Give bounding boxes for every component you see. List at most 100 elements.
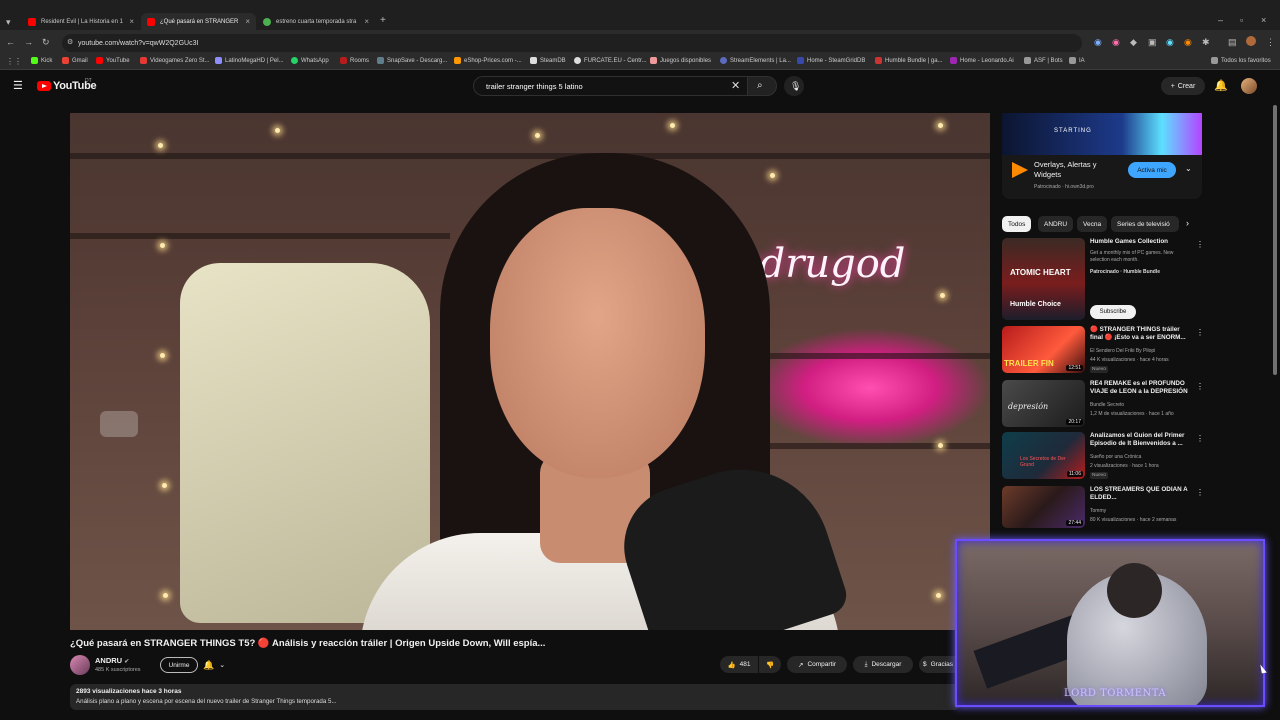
- create-button[interactable]: + Crear: [1161, 77, 1205, 95]
- minimize-icon[interactable]: –: [1218, 15, 1223, 25]
- browser-menu-icon[interactable]: ⋮: [1266, 37, 1275, 47]
- close-tab-icon[interactable]: ×: [245, 17, 250, 26]
- recommendation-channel[interactable]: El Sendero Del Friki By Pilopi: [1090, 348, 1155, 354]
- thumbnail[interactable]: TRAILER FIN 12:51: [1002, 326, 1085, 373]
- extension-icon[interactable]: ▣: [1148, 37, 1157, 47]
- notifications-bell-icon[interactable]: 🔔: [1214, 79, 1228, 92]
- address-bar[interactable]: ⚙ youtube.com/watch?v=qwW2Q2GUc3I: [62, 34, 1082, 52]
- close-window-icon[interactable]: ×: [1261, 15, 1266, 25]
- recommendation-ad[interactable]: ATOMIC HEART Humble Choice Humble Games …: [1002, 238, 1204, 320]
- recommendation-channel[interactable]: Tommy: [1090, 508, 1106, 514]
- apps-grid-icon[interactable]: ⋮⋮: [6, 57, 22, 67]
- recommendation-channel[interactable]: Bundle Secreto: [1090, 402, 1124, 408]
- bookmark-whatsapp[interactable]: WhatsApp: [291, 57, 329, 64]
- extension-icon[interactable]: ◉: [1184, 37, 1192, 47]
- tab-menu-icon[interactable]: ▾: [6, 17, 11, 27]
- more-options-icon[interactable]: ⋮: [1196, 240, 1204, 249]
- bookmark-latinomega[interactable]: LatinoMegaHD | Pel...: [215, 57, 284, 64]
- ad-cta-button[interactable]: Activa mic: [1128, 162, 1176, 178]
- share-button[interactable]: ↗ Compartir: [787, 656, 847, 673]
- download-button[interactable]: ⤓ Descargar: [853, 656, 913, 673]
- description-box[interactable]: [70, 684, 960, 710]
- sidebar-icon[interactable]: ▤: [1228, 37, 1237, 47]
- chip-todos[interactable]: Todos: [1002, 216, 1032, 232]
- channel-avatar[interactable]: [70, 655, 90, 675]
- ad-title[interactable]: Overlays, Alertas y Widgets: [1034, 160, 1124, 180]
- close-tab-icon[interactable]: ×: [129, 17, 134, 26]
- video-player[interactable]: andrugod: [70, 113, 990, 630]
- bookmark-steamdb[interactable]: SteamDB: [530, 57, 566, 64]
- close-tab-icon[interactable]: ×: [364, 17, 369, 26]
- thumbnail[interactable]: depresión 20:17: [1002, 380, 1085, 427]
- like-button[interactable]: 👍 481: [720, 656, 758, 673]
- join-button[interactable]: Unirme: [160, 657, 198, 673]
- extensions-puzzle-icon[interactable]: ✱: [1202, 37, 1210, 47]
- bookmark-gmail[interactable]: Gmail: [62, 57, 88, 64]
- bookmark-eshop[interactable]: eShop-Prices.com -...: [454, 57, 522, 64]
- user-avatar[interactable]: [1241, 78, 1257, 94]
- recommendation-title[interactable]: Humble Games Collection: [1090, 238, 1190, 246]
- channel-name[interactable]: ANDRU ✔: [95, 656, 129, 665]
- chevron-down-icon[interactable]: ⌄: [1185, 164, 1192, 173]
- search-input[interactable]: trailer stranger things 5 latino: [473, 76, 747, 96]
- more-options-icon[interactable]: ⋮: [1196, 382, 1204, 391]
- bookmark-steamgriddb[interactable]: Home - SteamGridDB: [797, 57, 865, 64]
- bookmark-rooms[interactable]: Rooms: [340, 57, 369, 64]
- site-info-icon[interactable]: ⚙: [67, 38, 73, 48]
- thumbnail[interactable]: 27:44: [1002, 486, 1085, 528]
- more-options-icon[interactable]: ⋮: [1196, 328, 1204, 337]
- bookmark-furcate[interactable]: FURCATE.EU - Centr...: [574, 57, 647, 64]
- back-icon[interactable]: ←: [6, 37, 15, 47]
- bookmark-youtube[interactable]: YouTube: [96, 57, 130, 64]
- search-button[interactable]: ⌕: [747, 76, 777, 96]
- bookmark-asf[interactable]: ASF | Bots: [1024, 57, 1063, 64]
- recommendation-item[interactable]: depresión 20:17 RE4 REMAKE es el PROFUND…: [1002, 380, 1204, 428]
- bookmark-snapsave[interactable]: SnapSave - Descarg...: [377, 57, 447, 64]
- page-scrollbar[interactable]: [1273, 105, 1277, 375]
- extension-icon[interactable]: ◆: [1130, 37, 1137, 47]
- extension-icon[interactable]: ◉: [1166, 37, 1174, 47]
- thumbnail[interactable]: ATOMIC HEART Humble Choice: [1002, 238, 1085, 320]
- bookmark-kick[interactable]: Kick: [31, 57, 52, 64]
- subscribe-bell-button[interactable]: 🔔 ⌄: [203, 657, 237, 673]
- extension-icon[interactable]: ◉: [1094, 37, 1102, 47]
- profile-avatar[interactable]: [1246, 36, 1256, 46]
- chevron-right-icon[interactable]: ›: [1186, 218, 1189, 228]
- bookmark-juegos[interactable]: Juegos disponibles: [650, 57, 711, 64]
- browser-tab-1[interactable]: Resident Evil | La Historia en 1 ×: [22, 13, 140, 30]
- recommendation-title[interactable]: 🔴 STRANGER THINGS tráiler final 🔴 ¡Esto …: [1090, 326, 1190, 342]
- bookmark-streamelements[interactable]: StreamElements | La...: [720, 57, 791, 64]
- thanks-button[interactable]: $ Gracias: [919, 656, 955, 673]
- more-options-icon[interactable]: ⋮: [1196, 434, 1204, 443]
- all-bookmarks[interactable]: Todos los favoritos: [1211, 57, 1271, 64]
- browser-tab-3[interactable]: estreno cuarta temporada stra ×: [257, 13, 375, 30]
- extension-icon[interactable]: ◉: [1112, 37, 1120, 47]
- recommendation-title[interactable]: LOS STREAMERS QUE ODIAN A ELDED...: [1090, 486, 1190, 502]
- voice-search-button[interactable]: 🎙: [784, 76, 804, 96]
- hamburger-menu-icon[interactable]: ☰: [13, 81, 23, 92]
- recommendation-title[interactable]: RE4 REMAKE es el PROFUNDO VIAJE de LEON …: [1090, 380, 1190, 396]
- recommendation-title[interactable]: Analizamos el Guion del Primer Episodio …: [1090, 432, 1190, 448]
- chip-andru[interactable]: ANDRU: [1038, 216, 1074, 232]
- recommendation-item[interactable]: Los Secretos de Der Grund 11:06 Analizam…: [1002, 432, 1204, 482]
- bookmark-leonardo[interactable]: Home - Leonardo.Ai: [950, 57, 1014, 64]
- ad-banner[interactable]: STARTING: [1002, 113, 1202, 155]
- bookmark-humble[interactable]: Humble Bundle | ga...: [875, 57, 943, 64]
- chip-vecna[interactable]: Vecna: [1077, 216, 1108, 232]
- clear-search-icon[interactable]: ✕: [731, 79, 740, 92]
- reload-icon[interactable]: ↻: [42, 37, 50, 47]
- ad-subscribe-button[interactable]: Subscribe: [1090, 305, 1136, 319]
- bookmark-ia[interactable]: IA: [1069, 57, 1085, 64]
- recommendation-channel[interactable]: Sueño por una Crónica: [1090, 454, 1141, 460]
- youtube-logo-icon[interactable]: [37, 81, 51, 91]
- recommendation-item[interactable]: 27:44 LOS STREAMERS QUE ODIAN A ELDED...…: [1002, 486, 1204, 532]
- browser-tab-2[interactable]: ¿Qué pasará en STRANGER ×: [141, 13, 256, 30]
- forward-icon[interactable]: →: [24, 37, 33, 47]
- thumbnail[interactable]: Los Secretos de Der Grund 11:06: [1002, 432, 1085, 479]
- bookmark-videogames[interactable]: Videogames Zero St...: [140, 57, 210, 64]
- recommendation-item[interactable]: TRAILER FIN 12:51 🔴 STRANGER THINGS trái…: [1002, 326, 1204, 376]
- more-options-icon[interactable]: ⋮: [1196, 488, 1204, 497]
- dislike-button[interactable]: 👎: [759, 656, 781, 673]
- new-tab-button[interactable]: +: [380, 16, 386, 26]
- maximize-icon[interactable]: ▫: [1240, 15, 1243, 25]
